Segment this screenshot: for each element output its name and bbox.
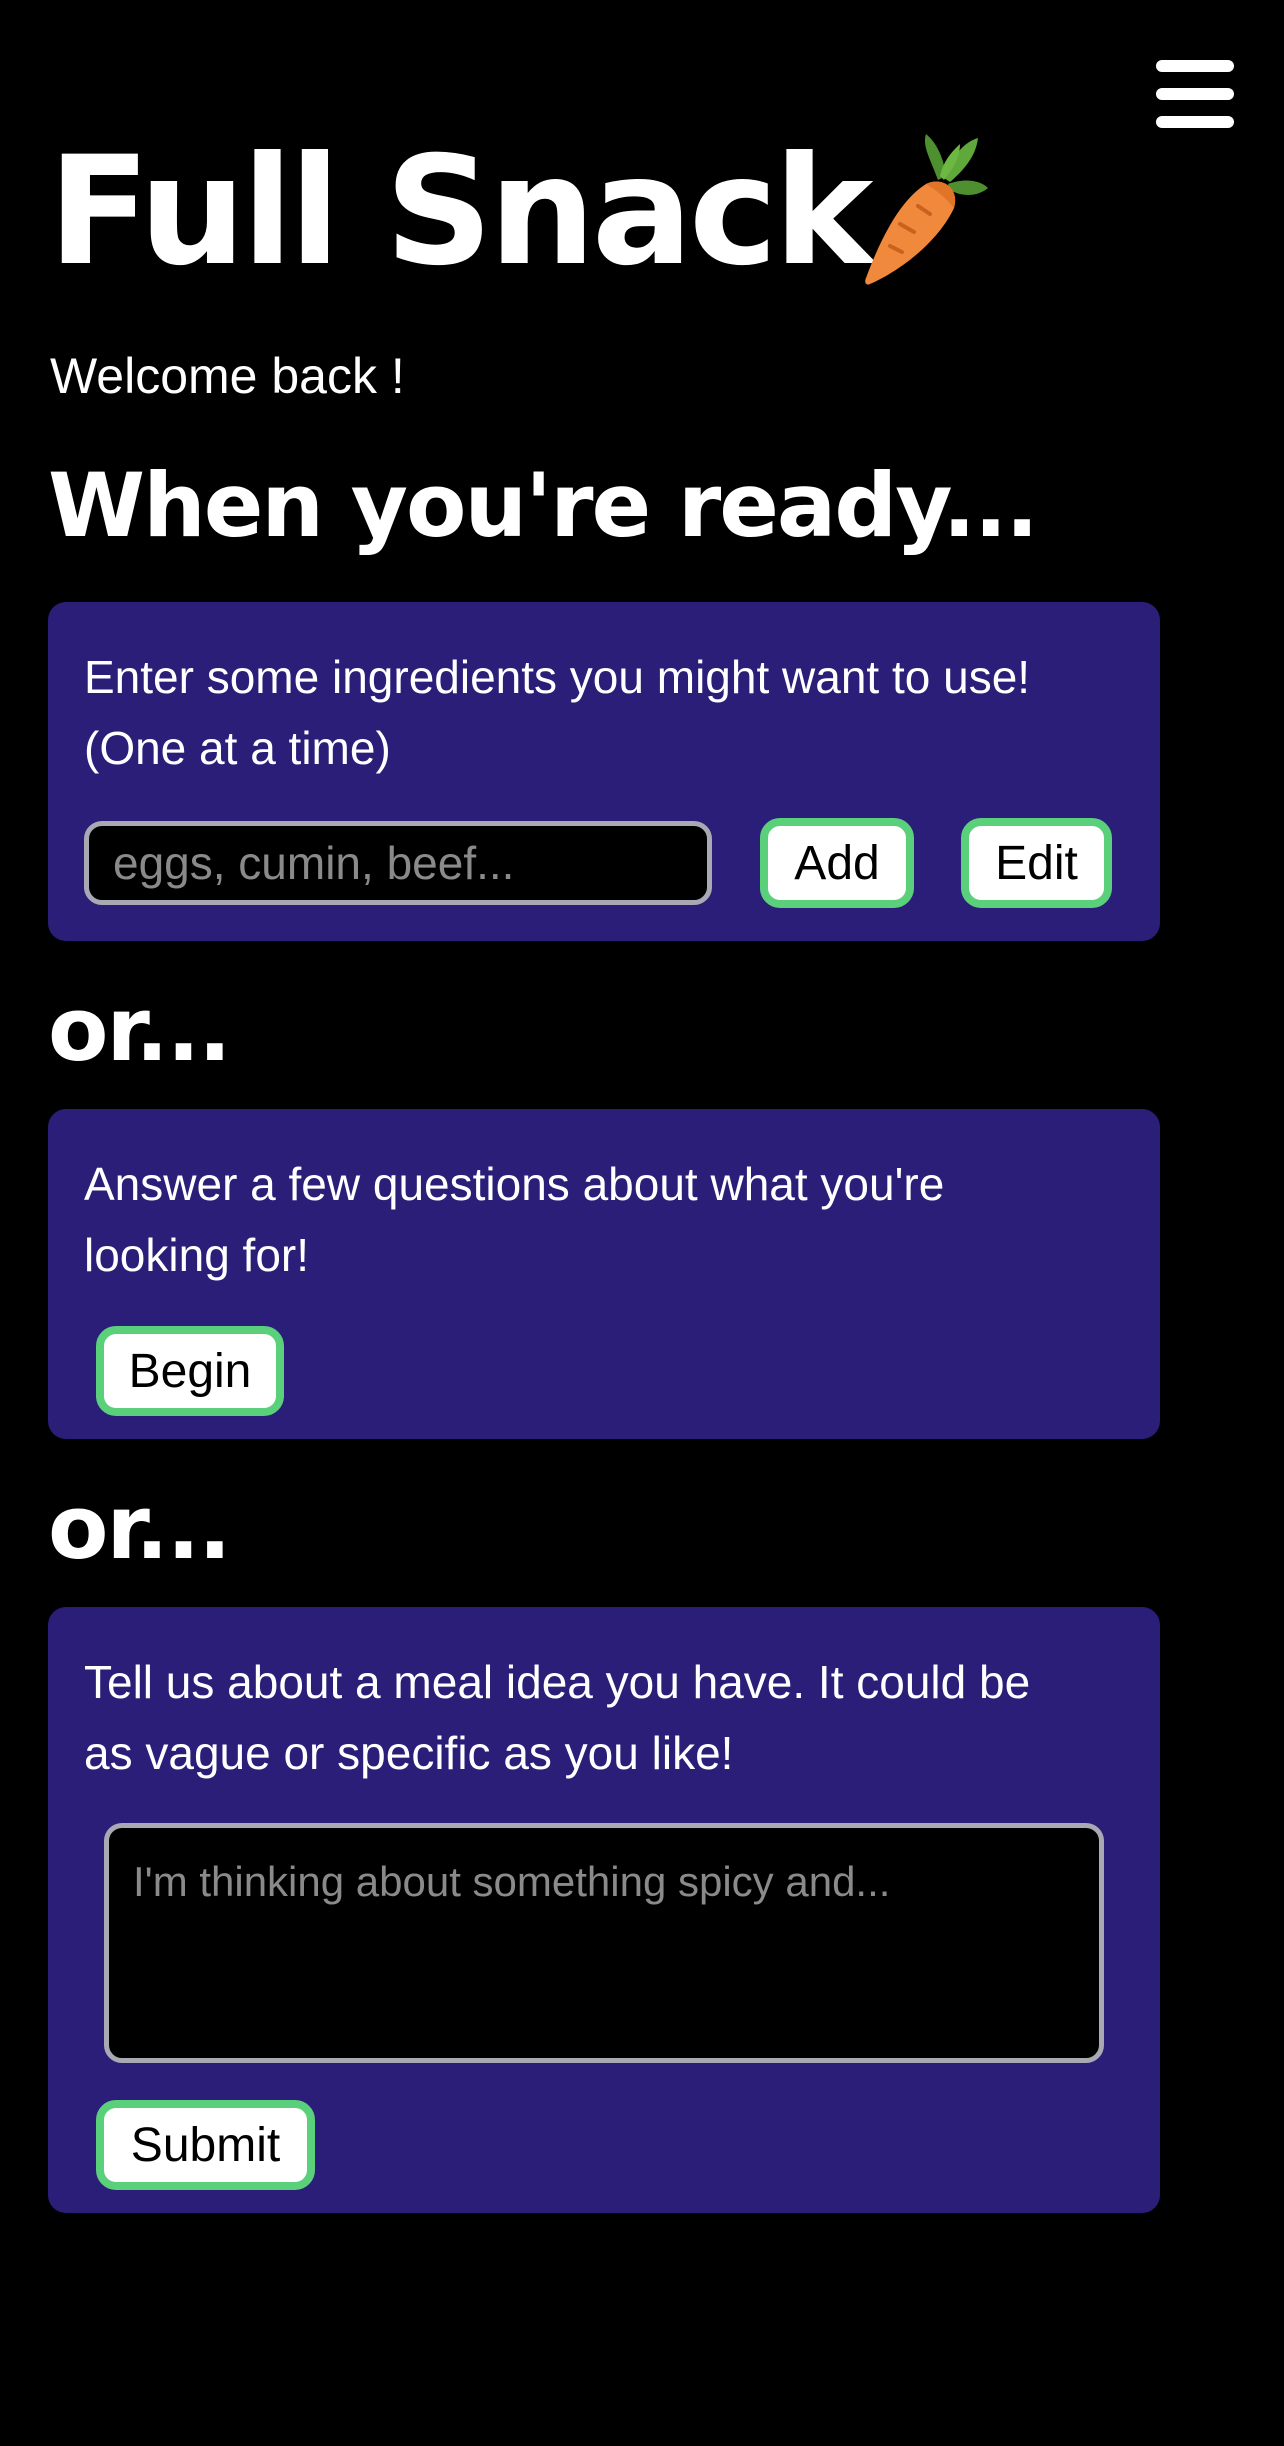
app-header: Full Snack: [48, 122, 874, 302]
meal-idea-instruction-line1: Tell us about a meal idea you have. It c…: [84, 1656, 1031, 1708]
edit-button[interactable]: Edit: [961, 818, 1112, 908]
hamburger-menu-icon-bar: [1156, 88, 1234, 100]
ingredients-instruction-line2: (One at a time): [84, 722, 391, 774]
ingredient-input[interactable]: [84, 821, 712, 905]
ingredients-instruction-line1: Enter some ingredients you might want to…: [84, 651, 1031, 703]
ingredients-card: Enter some ingredients you might want to…: [48, 602, 1160, 941]
questions-instruction-line2: looking for!: [84, 1229, 310, 1281]
hamburger-menu-icon-bar: [1156, 116, 1234, 128]
hamburger-menu-icon-bar: [1156, 60, 1234, 72]
meal-idea-textarea[interactable]: [104, 1823, 1104, 2063]
menu-button[interactable]: [1150, 56, 1236, 132]
begin-button[interactable]: Begin: [96, 1326, 284, 1416]
questions-card: Answer a few questions about what you're…: [48, 1109, 1160, 1439]
welcome-text: Welcome back !: [50, 348, 405, 404]
submit-button[interactable]: Submit: [96, 2100, 315, 2190]
or-heading: or...: [48, 978, 232, 1081]
carrot-icon: [865, 134, 988, 285]
questions-instruction-line1: Answer a few questions about what you're: [84, 1158, 945, 1210]
meal-idea-card: Tell us about a meal idea you have. It c…: [48, 1607, 1160, 2213]
ready-heading: When you're ready...: [48, 454, 1039, 557]
app-title: Full Snack: [48, 125, 874, 299]
or-heading: or...: [48, 1476, 232, 1579]
meal-idea-instruction-line2: as vague or specific as you like!: [84, 1727, 734, 1779]
add-button[interactable]: Add: [760, 818, 914, 908]
